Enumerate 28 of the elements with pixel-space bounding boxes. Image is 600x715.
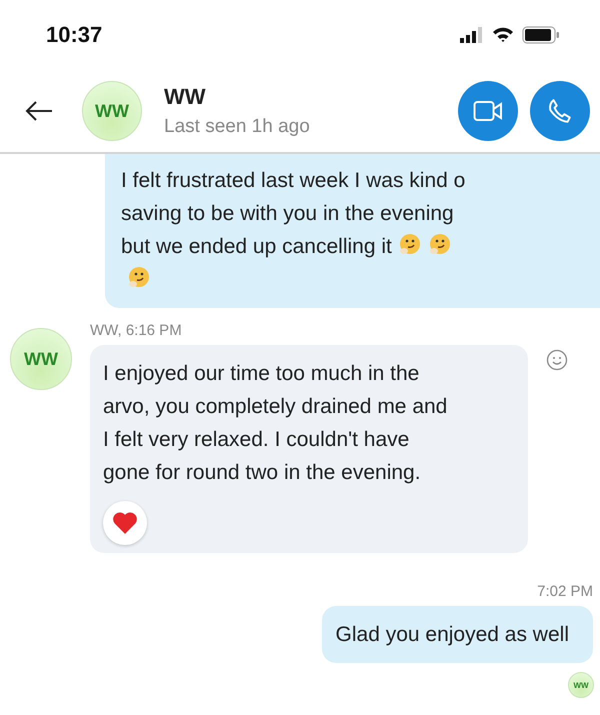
contact-avatar[interactable]: WW xyxy=(82,81,142,141)
message-text: gone for round two in the evening. xyxy=(103,460,422,486)
battery-icon xyxy=(522,26,560,44)
thinking-emoji-icon xyxy=(127,266,151,290)
heart-reaction[interactable] xyxy=(103,501,147,545)
message-text: I felt frustrated last week I was kind o xyxy=(121,168,466,194)
back-arrow-icon[interactable] xyxy=(24,99,54,123)
thinking-emoji-icon xyxy=(398,233,422,257)
sender-time: WW, 6:16 PM xyxy=(90,322,183,339)
thinking-emoji-icon xyxy=(428,233,452,257)
heart-icon xyxy=(112,511,138,535)
message-text: arvo, you completely drained me and xyxy=(103,394,448,420)
last-seen-status: Last seen 1h ago xyxy=(164,116,311,138)
contact-name: WW xyxy=(164,84,207,110)
read-receipt-avatar: WW xyxy=(568,672,594,698)
clock-time: 10:37 xyxy=(46,22,102,48)
smiley-icon[interactable] xyxy=(546,349,568,371)
video-camera-icon xyxy=(473,100,503,122)
message-text: Glad you enjoyed as well xyxy=(336,622,569,648)
phone-icon xyxy=(547,98,573,124)
signal-icon xyxy=(460,27,484,43)
message-text: saving to be with you in the evening xyxy=(121,201,455,227)
wifi-icon xyxy=(492,27,514,43)
message-text: I enjoyed our time too much in the xyxy=(103,361,420,387)
message-text: but we ended up cancelling it xyxy=(121,230,564,263)
message-text: I felt very relaxed. I couldn't have xyxy=(103,427,410,453)
sender-avatar[interactable]: WW xyxy=(10,328,72,390)
message-time: 7:02 PM xyxy=(537,583,593,600)
